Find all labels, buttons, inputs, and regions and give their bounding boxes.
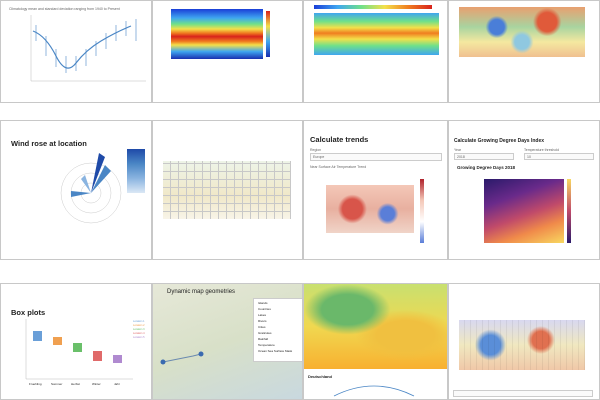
card-projection-grid[interactable]: [152, 120, 303, 260]
axis-label: Fruehling: [29, 382, 42, 386]
wind-legend: [127, 149, 145, 193]
region-label: Region: [310, 148, 322, 152]
trend-map: [326, 185, 414, 233]
climatology-chart: [30, 15, 146, 82]
year-input[interactable]: 2018: [454, 153, 514, 160]
card-title: Calculate Growing Degree Days Index: [454, 138, 545, 144]
axis-label: Sommer: [51, 382, 63, 386]
card-dynamic-geometries[interactable]: Dynamic map geometries Islands Countries…: [152, 283, 303, 400]
legend-item: Location 5: [133, 336, 145, 339]
card-wind-rose[interactable]: Wind rose at location: [0, 120, 152, 260]
legend-item: Location 3: [133, 328, 145, 331]
legend-item: Location 4: [133, 332, 145, 335]
card-gdd[interactable]: Calculate Growing Degree Days Index Year…: [448, 120, 600, 260]
card-box-plots[interactable]: Box plots Location 1 Location 2 Location…: [0, 283, 152, 400]
threshold-value: 10: [527, 155, 531, 159]
region-select[interactable]: Europe: [310, 153, 442, 161]
temperature-map: [171, 9, 263, 59]
card-temperature-map[interactable]: [152, 0, 303, 103]
map-title: Growing Degree Days 2018: [457, 165, 516, 170]
axis-label: Winter: [92, 382, 101, 386]
anomaly-map-2: [459, 320, 585, 370]
region-value: Europe: [313, 155, 325, 159]
colorbar: [266, 11, 270, 57]
year-value: 2018: [457, 155, 465, 159]
box-legend: Location 1 Location 2 Location 3 Locatio…: [133, 320, 147, 342]
anomaly-map: [459, 7, 585, 57]
legend-bar: [314, 5, 432, 9]
axis-label: Jahr: [114, 382, 120, 386]
projection-map: [163, 161, 291, 219]
temperature-bands-map: [314, 13, 439, 55]
legend-item: Location 1: [133, 320, 145, 323]
card-climatology[interactable]: Climatology mean and standard deviation …: [0, 0, 152, 103]
card-europe-map[interactable]: Deutschland: [303, 283, 448, 400]
gdd-map: [484, 179, 564, 243]
gdd-colorbar: [567, 179, 571, 243]
threshold-label: Temperature threshold: [524, 148, 560, 152]
geometry-shapes: [160, 351, 204, 365]
trend-colorbar: [420, 179, 424, 243]
card-temperature-bands[interactable]: [303, 0, 448, 103]
card-title: Calculate trends: [310, 135, 369, 144]
card-anomaly-map[interactable]: [448, 0, 600, 103]
legend-item: Location 2: [133, 324, 145, 327]
threshold-input[interactable]: 10: [524, 153, 594, 160]
axis-label: Herbst: [71, 382, 80, 386]
europe-timeseries: [333, 385, 415, 397]
card-trends[interactable]: Calculate trends Region Europe Near Surf…: [303, 120, 448, 260]
map-title: Near Surface Air Temperature Trend: [310, 165, 367, 169]
card-anomaly-map-2[interactable]: [448, 283, 600, 400]
year-label: Year: [454, 148, 462, 152]
setting-input[interactable]: [453, 390, 593, 397]
